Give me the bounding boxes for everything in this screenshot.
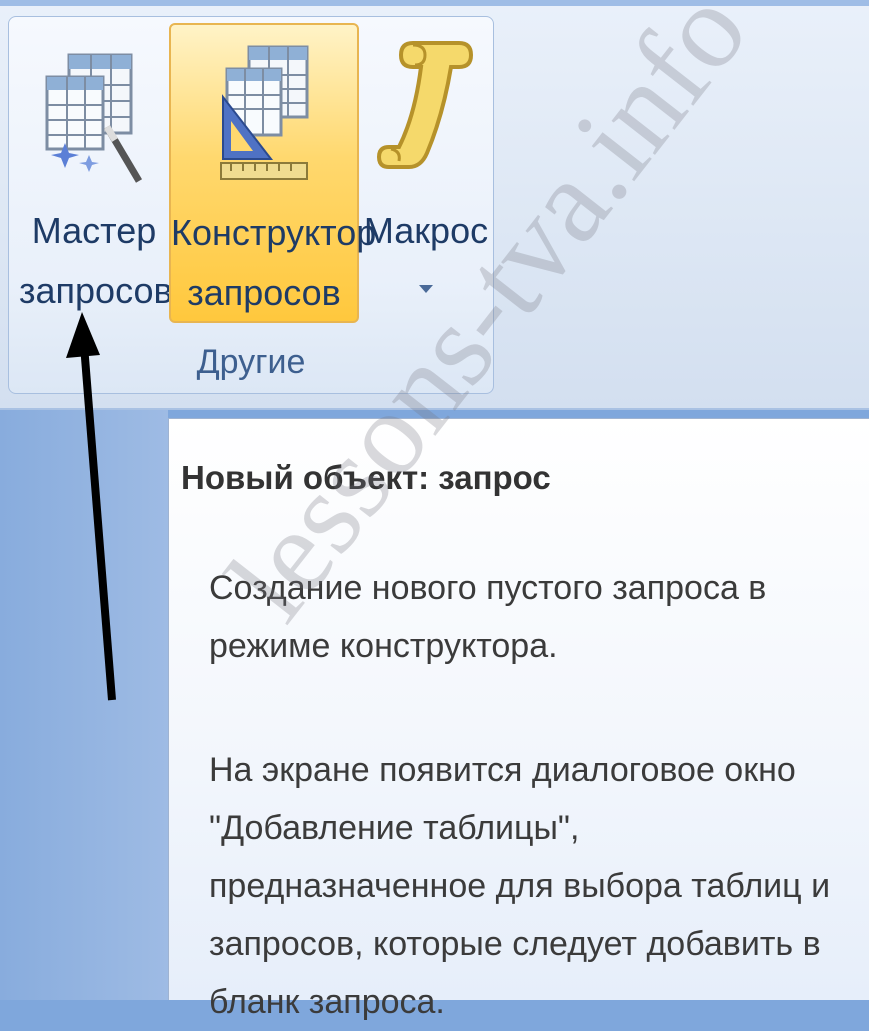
ribbon-group-other: Мастер запросов Конструктор запросов Мак… [8, 16, 494, 394]
tooltip-details: На экране появится диалоговое окно "Доба… [209, 751, 831, 1021]
query-wizard-icon [45, 53, 143, 183]
macro-scroll-icon [376, 41, 474, 169]
query-design-label: Конструктор запросов [171, 212, 377, 313]
tooltip: Новый объект: запрос Создание нового пус… [168, 418, 869, 1021]
query-wizard-button[interactable]: Мастер запросов [19, 23, 173, 323]
macro-button[interactable]: Макрос [361, 23, 491, 323]
query-design-button[interactable]: Конструктор запросов [169, 23, 377, 323]
tooltip-description: Создание нового пустого запроса в режиме… [209, 569, 767, 665]
ribbon: Мастер запросов Конструктор запросов Мак… [0, 0, 869, 410]
query-design-icon [220, 45, 309, 180]
navigation-pane [0, 410, 168, 1000]
group-label: Другие [196, 343, 306, 381]
tooltip-title: Новый объект: запрос [181, 459, 551, 496]
macro-label: Макрос [363, 210, 489, 251]
chevron-down-icon[interactable] [419, 285, 433, 293]
query-wizard-label: Мастер запросов [19, 210, 173, 311]
